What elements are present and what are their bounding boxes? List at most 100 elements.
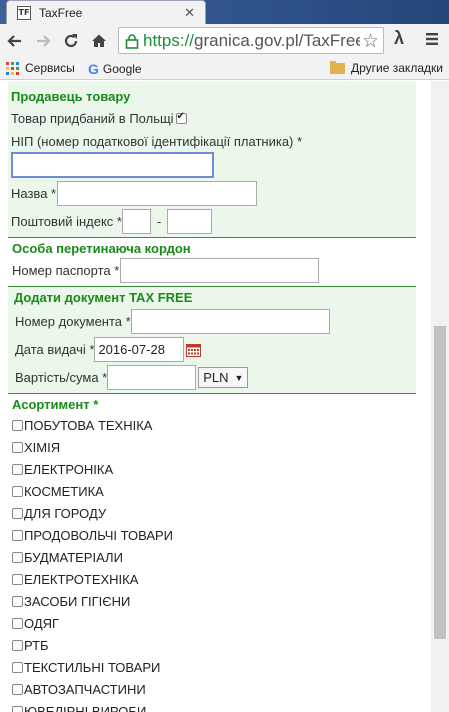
assortment-checkbox[interactable] (12, 508, 23, 519)
assortment-item[interactable]: ЕЛЕКТРОНІКА (12, 462, 113, 477)
folder-icon (330, 60, 345, 74)
forward-arrow-icon (37, 35, 51, 47)
assortment-checkbox[interactable] (12, 486, 23, 497)
home-button[interactable] (86, 28, 112, 54)
scrollbar-thumb[interactable] (434, 326, 446, 639)
assortment-checkbox[interactable] (12, 420, 23, 431)
document-title-text: Додати документ TAX FREE (14, 290, 193, 305)
issue-date-row: Дата видачі * (15, 337, 420, 362)
assortment-checkbox[interactable] (12, 574, 23, 585)
url-text: granica.gov.pl/TaxFree, (194, 30, 370, 50)
assortment-item[interactable]: РТБ (12, 638, 49, 653)
postcode-part2-input[interactable] (167, 209, 213, 234)
browser-tab[interactable]: TF TaxFree ✕ (6, 0, 206, 24)
amount-input[interactable] (107, 365, 197, 390)
postcode-label: Поштовий індекс * (11, 214, 122, 229)
assortment-item[interactable]: ЮВЕЛІРНІ ВИРОБИ (12, 704, 146, 712)
assortment-checkbox[interactable] (12, 552, 23, 563)
assortment-checkbox[interactable] (12, 618, 23, 629)
home-icon (92, 34, 106, 47)
bought-in-poland-label: Товар придбаний в Польщі (11, 111, 174, 126)
bought-in-poland-row: Товар придбаний в Польщі (11, 111, 416, 126)
assortment-label: ПРОДОВОЛЬЧІ ТОВАРИ (24, 528, 174, 543)
page-viewport: Продавець товару Товар придбаний в Польщ… (0, 81, 449, 712)
favicon-icon: TF (17, 5, 31, 20)
assortment-item[interactable]: ЕЛЕКТРОТЕХНІКА (12, 572, 138, 587)
bought-in-poland-checkbox[interactable] (175, 111, 187, 124)
address-bar[interactable]: https://granica.gov.pl/TaxFree, ☆ (118, 27, 384, 54)
assortment-label: ЕЛЕКТРОНІКА (24, 462, 114, 477)
assortment-checkbox[interactable] (12, 442, 23, 453)
reload-button[interactable] (58, 28, 84, 54)
nip-label-row: НІП (номер податкової ідентифікації плат… (11, 134, 416, 149)
close-tab-icon[interactable]: ✕ (184, 5, 195, 21)
lock-icon (125, 33, 139, 49)
assortment-item[interactable]: КОСМЕТИКА (12, 484, 104, 499)
assortment-title-text: Асортимент * (12, 397, 99, 412)
assortment-checkbox[interactable] (12, 640, 23, 651)
assortment-item[interactable]: ДЛЯ ГОРОДУ (12, 506, 106, 521)
assortment-label: ТЕКСТИЛЬНІ ТОВАРИ (24, 660, 161, 675)
assortment-item[interactable]: ПРОДОВОЛЬЧІ ТОВАРИ (12, 528, 173, 543)
name-label: Назва * (11, 186, 57, 201)
chevron-down-icon: ▼ (234, 372, 244, 383)
menu-icon[interactable] (424, 31, 440, 47)
assortment-checkbox[interactable] (12, 684, 23, 695)
browser-toolbar: https://granica.gov.pl/TaxFree, ☆ λ (0, 24, 449, 58)
bookmark-label: Сервисы (25, 61, 75, 75)
issue-date-input[interactable] (94, 337, 185, 362)
calendar-icon[interactable] (186, 343, 202, 357)
other-bookmarks-folder[interactable]: Другие закладки (330, 60, 443, 75)
apps-grid-icon (6, 61, 19, 75)
name-input[interactable] (57, 181, 258, 206)
assortment-item[interactable]: ЗАСОБИ ГІГІЄНИ (12, 594, 130, 609)
assortment-label: ЗАСОБИ ГІГІЄНИ (24, 594, 131, 609)
doc-number-row: Номер документа * (15, 309, 420, 334)
nip-input[interactable] (11, 152, 214, 178)
assortment-label: ДЛЯ ГОРОДУ (24, 506, 107, 521)
bookmark-star-icon[interactable]: ☆ (359, 30, 379, 53)
assortment-item[interactable]: ПОБУТОВА ТЕХНІКА (12, 418, 152, 433)
assortment-item[interactable]: ХІМІЯ (12, 440, 60, 455)
document-section-title: Додати документ TAX FREE (14, 290, 419, 305)
bookmark-google[interactable]: G Google (88, 61, 142, 77)
passport-input[interactable] (120, 258, 320, 283)
google-icon: G (88, 61, 99, 77)
passport-label: Номер паспорта * (12, 263, 120, 278)
section-divider (8, 237, 416, 238)
assortment-checkbox[interactable] (12, 706, 23, 712)
currency-value: PLN (203, 370, 229, 385)
assortment-item[interactable]: БУДМАТЕРІАЛИ (12, 550, 123, 565)
bookmark-label: Google (102, 62, 142, 76)
issue-date-label: Дата видачі * (15, 342, 95, 357)
traveller-section-title: Особа перетинаюча кордон (12, 241, 417, 256)
name-row: Назва * (11, 181, 416, 206)
lambda-extension-icon[interactable]: λ (394, 28, 404, 49)
assortment-item[interactable]: ТЕКСТИЛЬНІ ТОВАРИ (12, 660, 160, 675)
back-button[interactable] (2, 28, 28, 54)
reload-icon (64, 34, 78, 48)
nip-label: НІП (номер податкової ідентифікації плат… (11, 134, 303, 149)
assortment-checkbox[interactable] (12, 530, 23, 541)
assortment-checkbox[interactable] (12, 662, 23, 673)
assortment-label: ХІМІЯ (24, 440, 61, 455)
currency-select[interactable]: PLN ▼ (198, 367, 249, 388)
assortment-checkbox[interactable] (12, 596, 23, 607)
assortment-checkbox[interactable] (12, 464, 23, 475)
assortment-item[interactable]: АВТОЗАПЧАСТИНИ (12, 682, 146, 697)
postcode-part1-input[interactable] (121, 209, 151, 234)
doc-number-label: Номер документа * (15, 314, 131, 329)
assortment-label: БУДМАТЕРІАЛИ (24, 550, 123, 565)
forward-button[interactable] (30, 28, 56, 54)
bookmark-apps[interactable]: Сервисы (6, 61, 75, 75)
seller-section-title: Продавець товару (11, 89, 416, 104)
assortment-section-title: Асортимент * (12, 397, 417, 412)
passport-row: Номер паспорта * (12, 258, 417, 283)
assortment-label: ОДЯГ (24, 616, 60, 631)
vertical-scrollbar[interactable] (431, 81, 449, 712)
postcode-row: Поштовий індекс * - (11, 209, 416, 234)
assortment-item[interactable]: ОДЯГ (12, 616, 59, 631)
amount-row: Вартість/сума * PLN ▼ (15, 365, 420, 390)
assortment-label: РТБ (24, 638, 49, 653)
doc-number-input[interactable] (130, 309, 330, 334)
